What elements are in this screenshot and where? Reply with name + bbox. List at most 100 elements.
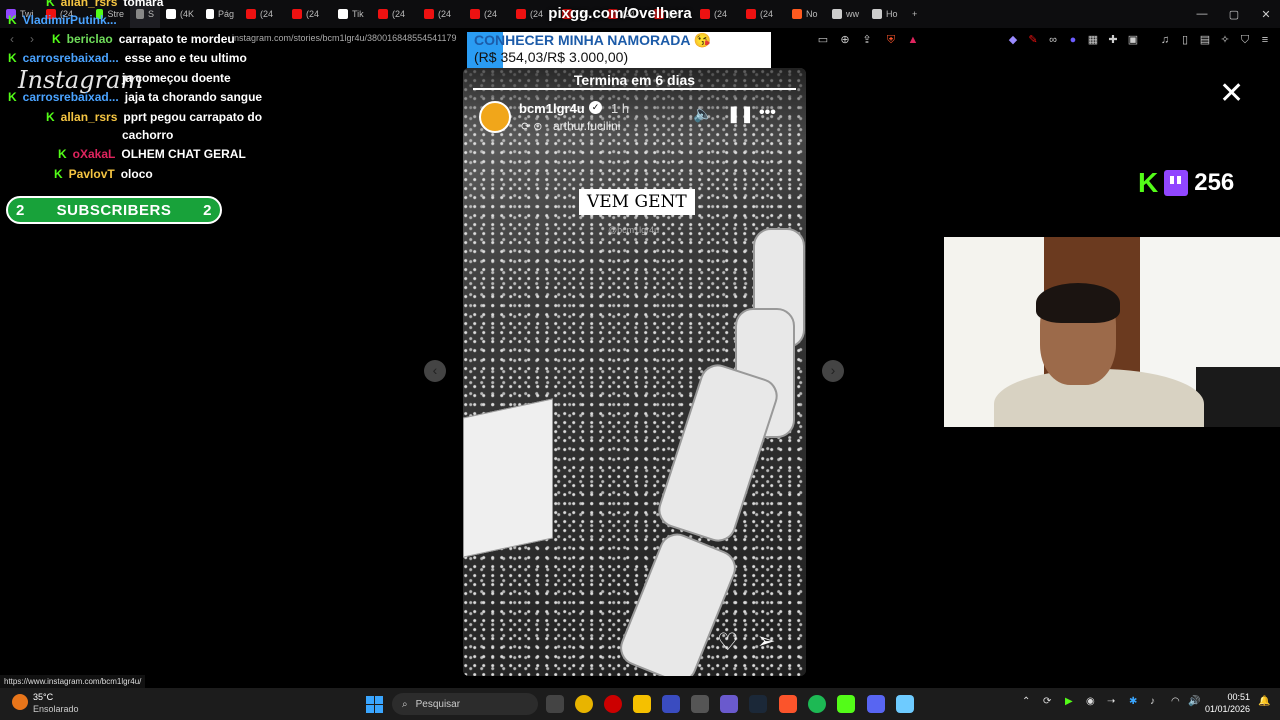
share-page-icon[interactable]: ⇪ bbox=[860, 33, 874, 47]
more-icon[interactable]: ••• bbox=[759, 104, 776, 122]
story-username[interactable]: bcm1lgr4u bbox=[519, 101, 585, 116]
chrome-icon[interactable] bbox=[575, 695, 593, 713]
send-icon[interactable]: ➢ bbox=[757, 628, 775, 654]
menu-icon[interactable]: ≡ bbox=[1258, 33, 1272, 47]
subscribers-bar: 2 SUBSCRIBERS 2 bbox=[6, 196, 222, 224]
tray-icon[interactable]: ➝ bbox=[1107, 696, 1115, 707]
tray-icon[interactable]: ⟳ bbox=[1043, 696, 1051, 707]
close-icon[interactable]: ✕ bbox=[1219, 76, 1244, 111]
opera-icon[interactable] bbox=[604, 695, 622, 713]
extensions-puzzle-icon[interactable]: ✚ bbox=[1106, 33, 1120, 47]
steam-icon[interactable] bbox=[749, 695, 767, 713]
extension-icon[interactable]: ✎ bbox=[1026, 33, 1040, 47]
volume-icon[interactable]: 🔊 bbox=[1188, 696, 1200, 707]
tray-icon[interactable]: ▶ bbox=[1065, 696, 1073, 707]
chat-username[interactable]: oXakaL bbox=[73, 147, 116, 161]
browser-tab[interactable]: (4K bbox=[160, 0, 200, 28]
taskbar-search[interactable]: ⌕ Pesquisar bbox=[392, 693, 538, 715]
task-view-icon[interactable] bbox=[546, 695, 564, 713]
heart-icon[interactable]: ♡ bbox=[717, 628, 739, 657]
spotify-icon[interactable] bbox=[808, 695, 826, 713]
microphone-icon[interactable]: ♪ bbox=[1150, 696, 1155, 707]
extension-icon[interactable]: ▦ bbox=[1086, 33, 1100, 47]
chat-text: oloco bbox=[120, 167, 153, 181]
extension-icon[interactable]: ∞ bbox=[1046, 33, 1060, 47]
browser-tab[interactable]: Tik bbox=[332, 0, 372, 28]
search-icon: ⌕ bbox=[402, 698, 408, 710]
chat-message: Kallan_rsrs tomara bbox=[46, 0, 163, 9]
pix-goal-text: CONHECER MINHA NAMORADA 😘 (R$ 354,03/R$ … bbox=[474, 32, 711, 66]
speaker-icon[interactable]: 🔈 bbox=[693, 104, 713, 124]
chat-message: ja começou doente bbox=[8, 71, 231, 85]
repost-username[interactable]: arthur.fucilini bbox=[553, 119, 620, 133]
browser-tab[interactable]: (24 bbox=[286, 0, 332, 28]
wifi-icon[interactable]: ◠ bbox=[1171, 696, 1180, 707]
media-icon[interactable]: ♫ bbox=[1158, 33, 1172, 47]
extension-icon[interactable]: ◆ bbox=[1006, 33, 1020, 47]
minimize-button[interactable]: — bbox=[1186, 0, 1218, 28]
leo-ai-icon[interactable]: ✧ bbox=[1218, 33, 1232, 47]
chat-username[interactable]: carrosrebaixad... bbox=[23, 90, 119, 104]
tab-label: ww bbox=[846, 9, 859, 19]
chat-username[interactable]: allan_rsrs bbox=[61, 110, 118, 124]
brave-rewards-icon[interactable]: ▲ bbox=[906, 33, 920, 47]
clock-date[interactable]: 01/01/2026 bbox=[1205, 704, 1250, 714]
app-icon[interactable] bbox=[691, 695, 709, 713]
extension-icon[interactable]: ● bbox=[1066, 33, 1080, 47]
chevron-up-icon[interactable]: ⌃ bbox=[1022, 696, 1030, 707]
pause-icon[interactable]: ❚❚ bbox=[727, 104, 754, 124]
forward-icon[interactable]: › bbox=[30, 32, 34, 46]
browser-tab[interactable]: ww bbox=[826, 0, 866, 28]
browser-tab[interactable]: (24 bbox=[240, 0, 286, 28]
new-tab-button[interactable]: + bbox=[906, 0, 923, 28]
previous-story-button[interactable]: ‹ bbox=[424, 360, 446, 382]
notepad-icon[interactable] bbox=[896, 695, 914, 713]
weather-icon[interactable] bbox=[12, 694, 28, 710]
zoom-icon[interactable]: ⊕ bbox=[838, 33, 852, 47]
chat-username[interactable]: carrosrebaixad... bbox=[23, 51, 119, 65]
chat-username[interactable]: PavlovT bbox=[69, 167, 115, 181]
file-explorer-icon[interactable] bbox=[633, 695, 651, 713]
bluetooth-icon[interactable]: ✱ bbox=[1129, 696, 1137, 707]
tray-icon[interactable]: ◉ bbox=[1086, 696, 1095, 707]
wallet-icon[interactable]: ▤ bbox=[1198, 33, 1212, 47]
clock-time[interactable]: 00:51 bbox=[1227, 692, 1250, 702]
browser-tab[interactable]: (24 bbox=[372, 0, 418, 28]
kick-badge-icon: K bbox=[8, 90, 17, 104]
discord-icon[interactable] bbox=[867, 695, 885, 713]
avatar[interactable] bbox=[479, 101, 511, 133]
weather-condition[interactable]: Ensolarado bbox=[33, 704, 79, 714]
back-icon[interactable]: ‹ bbox=[10, 32, 14, 46]
brave-shield-icon[interactable]: ⛨ bbox=[884, 33, 898, 47]
vpn-icon[interactable]: ⛉ bbox=[1238, 33, 1252, 47]
screenshot-icon[interactable]: ▣ bbox=[1126, 33, 1140, 47]
browser-tab[interactable]: Pág bbox=[200, 0, 240, 28]
story-expiry-timer: Termina em 6 dias bbox=[573, 72, 696, 88]
tab-favicon-icon bbox=[136, 9, 144, 19]
app-icon[interactable] bbox=[662, 695, 680, 713]
story-viewer[interactable]: bcm1lgr4u ✓ 1 h ⟳ ⊙ arthur.fucilini 🔈 ❚❚… bbox=[463, 68, 806, 676]
maximize-button[interactable]: ▢ bbox=[1218, 0, 1250, 28]
browser-tab[interactable]: Ho bbox=[866, 0, 906, 28]
url-field[interactable]: instagram.com/stories/bcm1lgr4u/38001684… bbox=[232, 33, 456, 43]
sidebar-icon[interactable]: ▯ bbox=[1178, 33, 1192, 47]
start-button[interactable] bbox=[366, 696, 383, 713]
close-window-button[interactable]: ✕ bbox=[1250, 0, 1280, 28]
verified-icon: ✓ bbox=[589, 101, 602, 114]
next-story-button[interactable]: › bbox=[822, 360, 844, 382]
kick-badge-icon: K bbox=[58, 147, 67, 161]
story-progress-bar bbox=[473, 88, 796, 90]
cast-icon[interactable]: ▭ bbox=[816, 33, 830, 47]
chat-username[interactable]: bericlao bbox=[67, 32, 113, 46]
brave-icon[interactable] bbox=[779, 695, 797, 713]
app-icon[interactable] bbox=[720, 695, 738, 713]
story-caption: VEM GENT bbox=[579, 189, 695, 215]
kick-app-icon[interactable] bbox=[837, 695, 855, 713]
pix-title: pixgg.com/Ovelhera bbox=[548, 5, 692, 22]
viewer-counter: K 256 bbox=[1138, 167, 1234, 199]
chat-username[interactable]: allan_rsrs bbox=[61, 0, 118, 9]
notification-icon[interactable]: 🔔 bbox=[1258, 696, 1270, 707]
chat-username[interactable]: VladimirPutink... bbox=[23, 13, 117, 27]
weather-temp[interactable]: 35°C bbox=[33, 692, 53, 702]
chat-text: ja começou doente bbox=[122, 71, 231, 85]
